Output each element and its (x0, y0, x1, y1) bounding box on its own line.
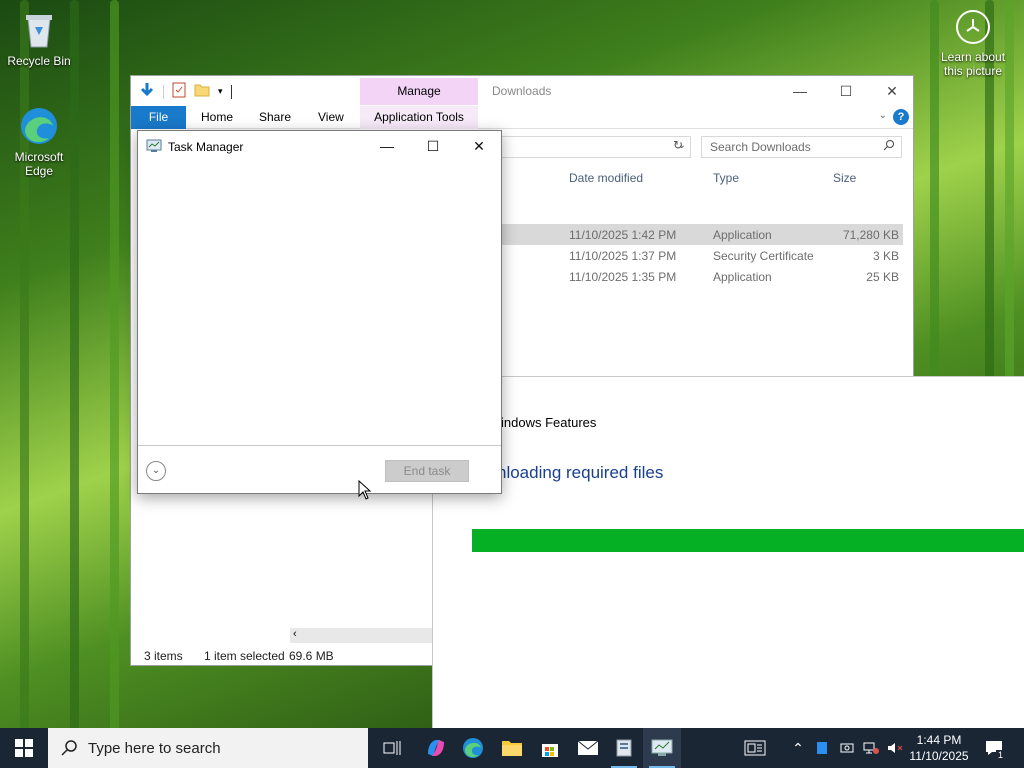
file-row[interactable]: 11/10/2025 1:35 PM Application 25 KB (501, 266, 903, 287)
close-icon[interactable]: ✕ (456, 131, 502, 161)
status-size: 69.6 MB (289, 649, 334, 663)
task-manager-window: Task Manager — ☐ ✕ ⌄ End task (137, 130, 502, 494)
tab-share[interactable]: Share (259, 106, 291, 129)
taskbar: Type here to search ⌃ 1:44 PM 11/10/2025… (0, 728, 1024, 768)
task-view-icon[interactable] (373, 728, 411, 768)
features-title: indows Features (501, 415, 597, 430)
status-item-count: 3 items (144, 649, 183, 663)
tab-view[interactable]: View (318, 106, 344, 129)
windows-features-window: indows Features nloading required files (432, 376, 1024, 728)
row-date: 11/10/2025 1:37 PM (569, 249, 677, 263)
learn-about-picture[interactable]: Learn about this picture (930, 10, 1016, 78)
edge-icon (17, 104, 61, 148)
help-icon[interactable]: ? (893, 109, 909, 125)
search-input[interactable]: Search Downloads (701, 136, 902, 158)
task-manager-taskbar-icon[interactable] (643, 728, 681, 768)
explorer-title-bar: ▾ Manage Downloads — ☐ ✕ (131, 76, 913, 106)
edge-label: Microsoft Edge (14, 150, 64, 178)
download-progress-bar (472, 529, 1024, 552)
search-icon (883, 139, 895, 154)
show-hidden-icons-chevron-icon[interactable]: ⌃ (788, 728, 808, 768)
more-details-icon[interactable]: ⌄ (146, 461, 166, 481)
row-type: Security Certificate (713, 249, 814, 263)
status-selected: 1 item selected (204, 649, 285, 663)
horizontal-scrollbar[interactable]: ‹ (290, 628, 433, 643)
end-task-button[interactable]: End task (385, 460, 469, 482)
row-type: Application (713, 228, 772, 242)
refresh-icon[interactable]: ↻ (673, 138, 683, 152)
tab-manage[interactable]: Manage (360, 78, 478, 105)
tab-home[interactable]: Home (201, 106, 233, 129)
status-bar: 3 items 1 item selected 69.6 MB (131, 647, 431, 665)
features-heading: nloading required files (497, 463, 664, 482)
recycle-bin-label: Recycle Bin (7, 54, 71, 68)
windows-logo-icon (15, 739, 33, 757)
close-icon[interactable]: ✕ (869, 78, 915, 104)
mail-icon[interactable] (569, 728, 607, 768)
blue-tray-app-icon[interactable] (812, 728, 832, 768)
news-widget-icon[interactable] (738, 728, 772, 768)
minimize-icon[interactable]: — (777, 78, 823, 104)
notification-center-icon[interactable]: 1 (980, 728, 1008, 768)
vpn-icon[interactable] (836, 728, 858, 768)
file-row[interactable]: 11/10/2025 1:42 PM Application 71,280 KB (501, 224, 903, 245)
progress-fill (472, 529, 1024, 552)
row-type: Application (713, 270, 772, 284)
scroll-left-icon[interactable]: ‹ (293, 628, 297, 640)
maximize-icon[interactable]: ☐ (410, 131, 456, 161)
window-caption: Downloads (492, 84, 552, 98)
maximize-icon[interactable]: ☐ (823, 78, 869, 104)
features-app-icon[interactable] (605, 728, 643, 768)
new-folder-icon[interactable] (194, 83, 210, 100)
search-icon (60, 739, 78, 760)
copilot-icon[interactable] (417, 728, 455, 768)
properties-icon[interactable] (172, 82, 186, 101)
column-date-modified[interactable]: Date modified (569, 171, 643, 185)
microsoft-store-icon[interactable] (531, 728, 569, 768)
row-date: 11/10/2025 1:42 PM (569, 228, 677, 242)
row-size: 71,280 KB (842, 228, 899, 242)
customize-toolbar-icon[interactable]: ▾ (218, 86, 223, 97)
task-manager-title: Task Manager (168, 140, 244, 154)
mouse-cursor-icon (358, 479, 372, 503)
expand-ribbon-icon[interactable]: ⌄ (879, 110, 887, 121)
notification-count: 1 (995, 750, 1005, 760)
column-size[interactable]: Size (833, 171, 856, 185)
minimize-icon[interactable]: — (364, 131, 410, 161)
camera-icon (956, 10, 990, 44)
file-explorer-icon[interactable] (493, 728, 531, 768)
down-arrow-icon[interactable] (139, 82, 155, 101)
row-size: 25 KB (866, 270, 899, 284)
recycle-bin-icon (17, 8, 61, 52)
taskbar-clock[interactable]: 1:44 PM 11/10/2025 (905, 732, 973, 764)
row-date: 11/10/2025 1:35 PM (569, 270, 677, 284)
clock-date: 11/10/2025 (909, 749, 969, 763)
ribbon-tabs: File Home Share View Application Tools ⌄ (131, 106, 913, 129)
address-bar[interactable]: ⌄ (501, 136, 691, 158)
volume-muted-icon[interactable] (884, 728, 906, 768)
taskbar-search-box[interactable]: Type here to search (48, 728, 368, 768)
tab-application-tools[interactable]: Application Tools (360, 106, 478, 129)
desktop-icon-edge[interactable]: Microsoft Edge (3, 104, 75, 178)
task-manager-footer: ⌄ End task (138, 445, 501, 494)
row-size: 3 KB (872, 249, 899, 263)
learn-label: Learn about this picture (940, 50, 1006, 78)
quick-access-toolbar: ▾ (139, 82, 232, 101)
file-row[interactable]: 11/10/2025 1:37 PM Security Certificate … (501, 245, 903, 266)
tab-file[interactable]: File (131, 106, 186, 129)
task-manager-icon (146, 139, 162, 156)
network-icon[interactable] (860, 728, 882, 768)
edge-icon[interactable] (454, 728, 492, 768)
clock-time: 1:44 PM (916, 733, 962, 747)
desktop-icon-recycle-bin[interactable]: Recycle Bin (3, 8, 75, 68)
taskbar-search-placeholder: Type here to search (88, 740, 221, 757)
column-type[interactable]: Type (713, 171, 739, 185)
start-button[interactable] (0, 728, 48, 768)
